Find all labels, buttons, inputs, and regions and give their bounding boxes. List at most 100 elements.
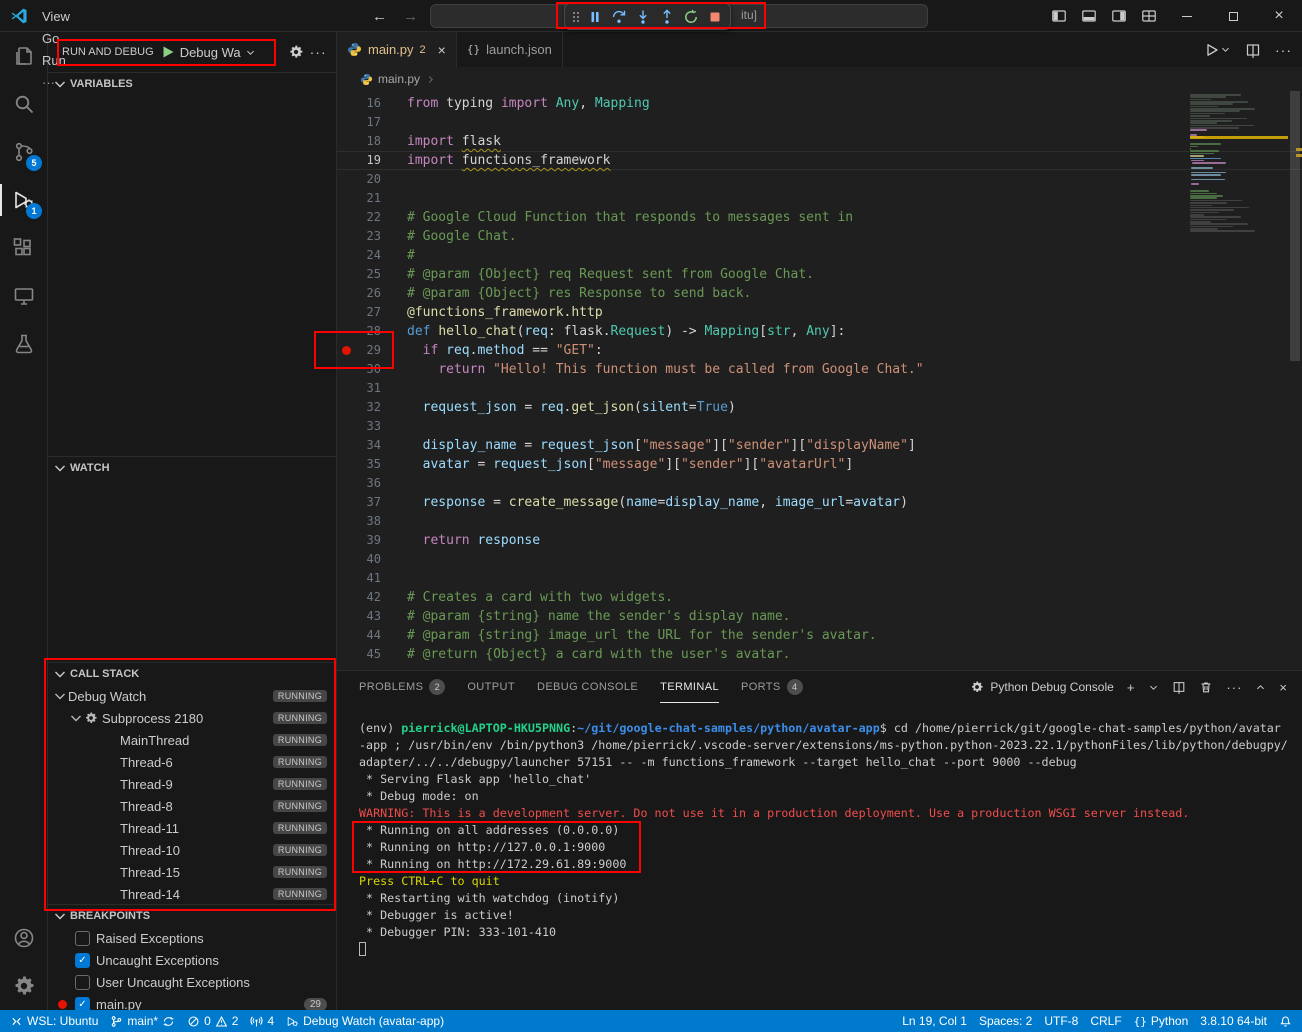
line-number[interactable]: 19 [355, 151, 381, 170]
breakpoint-checkbox[interactable]: ✓ [75, 997, 90, 1011]
menu-view[interactable]: View [34, 5, 103, 27]
line-number[interactable]: 41 [355, 569, 381, 588]
breakpoint-user-uncaught-exceptions[interactable]: ✓User Uncaught Exceptions [48, 971, 336, 993]
panel-tab-output[interactable]: OUTPUT [467, 671, 515, 703]
navigate-forward-icon[interactable]: → [403, 8, 418, 25]
line-number[interactable]: 25 [355, 265, 381, 284]
call-stack-section-header[interactable]: CALL STACK [48, 663, 336, 685]
status-problems[interactable]: 02 [181, 1010, 244, 1032]
breakpoint-main-py[interactable]: ✓main.py29 [48, 993, 336, 1010]
callstack-thread-6[interactable]: Thread-6RUNNING [48, 751, 336, 773]
status-ports[interactable]: 4 [244, 1010, 280, 1032]
line-number[interactable]: 36 [355, 474, 381, 493]
restart-button[interactable] [679, 6, 703, 28]
stop-button[interactable] [703, 6, 727, 28]
terminal-dropdown-chevron-icon[interactable] [1148, 682, 1159, 693]
run-python-file-button[interactable] [1204, 42, 1231, 58]
line-number[interactable]: 45 [355, 645, 381, 664]
callstack-thread-10[interactable]: Thread-10RUNNING [48, 839, 336, 861]
line-number[interactable]: 23 [355, 227, 381, 246]
line-number[interactable]: 17 [355, 113, 381, 132]
callstack-thread-11[interactable]: Thread-11RUNNING [48, 817, 336, 839]
callstack-thread-14[interactable]: Thread-14RUNNING [48, 883, 336, 904]
close-button[interactable]: × [1256, 0, 1302, 32]
line-number[interactable]: 22 [355, 208, 381, 227]
status-debug-session[interactable]: Debug Watch (avatar-app) [280, 1010, 450, 1032]
line-number[interactable]: 18 [355, 132, 381, 151]
breadcrumb-file[interactable]: main.py [378, 72, 420, 86]
line-number[interactable]: 16 [355, 94, 381, 113]
activity-extensions[interactable] [0, 224, 47, 272]
toggle-panel-icon[interactable] [1074, 0, 1104, 32]
breadcrumb[interactable]: main.py [337, 67, 1302, 91]
breakpoint-checkbox[interactable]: ✓ [75, 975, 90, 990]
editor-scrollbar[interactable] [1290, 91, 1300, 361]
line-number[interactable]: 29 [355, 341, 381, 360]
toggle-secondary-sidebar-icon[interactable] [1104, 0, 1134, 32]
menu-run[interactable]: Run [34, 49, 103, 71]
line-number[interactable]: 32 [355, 398, 381, 417]
panel-tab-problems[interactable]: PROBLEMS2 [359, 671, 445, 703]
status-notifications[interactable] [1273, 1010, 1298, 1032]
breakpoint-dot[interactable] [342, 346, 351, 355]
step-out-button[interactable] [655, 6, 679, 28]
line-number[interactable]: 27 [355, 303, 381, 322]
activity-run-and-debug[interactable]: 1 [0, 176, 47, 224]
line-number[interactable]: 42 [355, 588, 381, 607]
tab-main-py[interactable]: main.py2× [337, 32, 457, 67]
minimap[interactable] [1190, 94, 1288, 242]
toggle-primary-sidebar-icon[interactable] [1044, 0, 1074, 32]
status-encoding[interactable]: UTF-8 [1038, 1010, 1084, 1032]
line-number[interactable]: 37 [355, 493, 381, 512]
close-tab-icon[interactable]: × [438, 42, 446, 58]
new-terminal-button[interactable]: + [1127, 680, 1136, 695]
callstack-debug-watch[interactable]: Debug WatchRUNNING [48, 685, 336, 707]
breakpoint-raised-exceptions[interactable]: ✓Raised Exceptions [48, 927, 336, 949]
split-terminal-button[interactable] [1172, 680, 1186, 694]
activity-accounts[interactable] [0, 914, 47, 962]
toolbar-drag-handle[interactable] [568, 6, 583, 28]
minimize-button[interactable] [1164, 0, 1210, 32]
code-editor[interactable]: 16from typing import Any, Mapping1718imp… [337, 91, 1302, 670]
line-number[interactable]: 34 [355, 436, 381, 455]
panel-tab-debug-console[interactable]: DEBUG CONSOLE [537, 671, 638, 703]
line-number[interactable]: 40 [355, 550, 381, 569]
breakpoint-checkbox[interactable]: ✓ [75, 931, 90, 946]
open-launch-json-gear-icon[interactable] [288, 44, 304, 60]
status-cursor-position[interactable]: Ln 19, Col 1 [896, 1010, 973, 1032]
activity-remote-explorer[interactable] [0, 272, 47, 320]
maximize-panel-icon[interactable] [1255, 682, 1266, 693]
line-number[interactable]: 38 [355, 512, 381, 531]
breakpoint-checkbox[interactable]: ✓ [75, 953, 90, 968]
editor-more-actions-icon[interactable]: ··· [1275, 42, 1292, 58]
status-remote[interactable]: WSL: Ubuntu [4, 1010, 104, 1032]
menu-overflow-icon[interactable]: ··· [34, 71, 103, 93]
panel-tab-ports[interactable]: PORTS4 [741, 671, 803, 703]
status-eol[interactable]: CRLF [1084, 1010, 1127, 1032]
tab-launch-json[interactable]: {}launch.json [457, 32, 563, 67]
watch-section-header[interactable]: WATCH [48, 457, 336, 479]
kill-terminal-button[interactable] [1199, 680, 1213, 694]
status-language[interactable]: {}Python [1128, 1010, 1195, 1032]
callstack-mainthread[interactable]: MainThreadRUNNING [48, 729, 336, 751]
status-indentation[interactable]: Spaces: 2 [973, 1010, 1038, 1032]
terminal-output[interactable]: (env) pierrick@LAPTOP-HKU5PNNG:~/git/goo… [337, 703, 1302, 1010]
split-editor-button[interactable] [1245, 42, 1261, 58]
navigate-back-icon[interactable]: ← [372, 8, 387, 25]
line-number[interactable]: 20 [355, 170, 381, 189]
start-debugging-icon[interactable] [160, 44, 176, 60]
panel-tab-terminal[interactable]: TERMINAL [660, 671, 719, 703]
line-number[interactable]: 33 [355, 417, 381, 436]
breakpoints-section-header[interactable]: BREAKPOINTS [48, 905, 336, 927]
line-number[interactable]: 24 [355, 246, 381, 265]
maximize-button[interactable] [1210, 0, 1256, 32]
menu-go[interactable]: Go [34, 27, 103, 49]
activity-testing[interactable] [0, 320, 47, 368]
callstack-thread-8[interactable]: Thread-8RUNNING [48, 795, 336, 817]
step-over-button[interactable] [607, 6, 631, 28]
customize-layout-icon[interactable] [1134, 0, 1164, 32]
callstack-thread-15[interactable]: Thread-15RUNNING [48, 861, 336, 883]
activity-source-control[interactable]: 5 [0, 128, 47, 176]
activity-settings[interactable] [0, 962, 47, 1010]
step-into-button[interactable] [631, 6, 655, 28]
